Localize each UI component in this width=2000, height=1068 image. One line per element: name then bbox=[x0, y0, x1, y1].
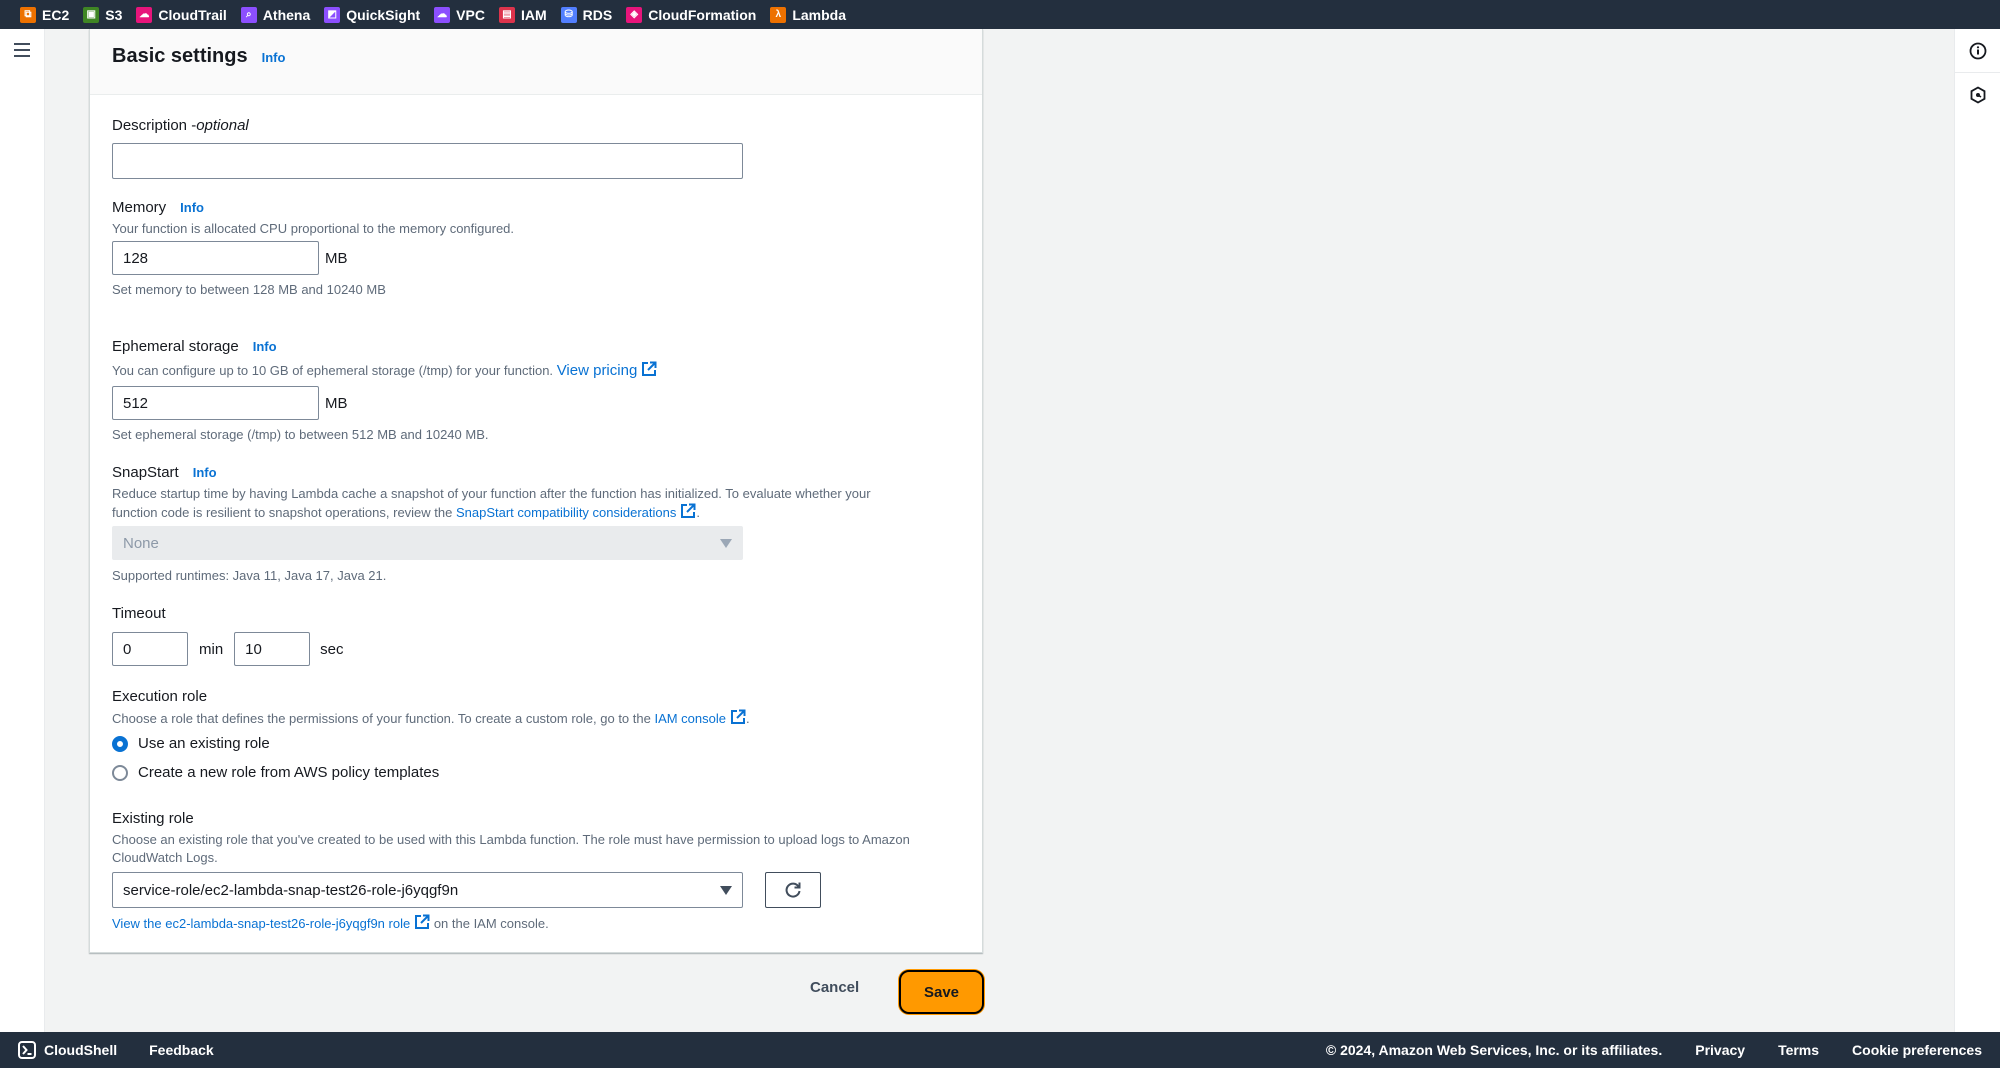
radio-checked-icon[interactable] bbox=[112, 735, 128, 752]
memory-unit: MB bbox=[325, 249, 348, 267]
view-pricing-link[interactable]: View pricing bbox=[557, 361, 658, 379]
execution-role-description: Choose a role that defines the permissio… bbox=[112, 709, 750, 726]
cloudshell-button[interactable]: CloudShell bbox=[18, 1041, 117, 1059]
left-navigation bbox=[0, 29, 45, 1032]
execution-role-field: Execution role Choose a role that define… bbox=[112, 688, 962, 728]
description-label: Description - optional bbox=[112, 117, 249, 134]
lambda-icon: λ bbox=[770, 6, 787, 23]
memory-info-link[interactable]: Info bbox=[180, 200, 204, 215]
assistant-button[interactable] bbox=[1955, 73, 2000, 117]
refresh-roles-button[interactable] bbox=[765, 872, 821, 908]
view-role-line: View the ec2-lambda-snap-test26-role-j6y… bbox=[112, 914, 549, 931]
s3-icon: ▣ bbox=[83, 6, 100, 23]
external-link-icon bbox=[731, 709, 746, 724]
ephemeral-unit: MB bbox=[325, 394, 348, 412]
terms-link[interactable]: Terms bbox=[1778, 1042, 1819, 1058]
iam-console-link[interactable]: IAM console bbox=[654, 709, 746, 726]
quicksight-icon: ◩ bbox=[324, 6, 341, 23]
existing-role-label: Existing role bbox=[112, 810, 194, 827]
snapstart-hint: Supported runtimes: Java 11, Java 17, Ja… bbox=[112, 568, 387, 583]
existing-role-description: Choose an existing role that you've crea… bbox=[112, 832, 910, 865]
snapstart-selected-value: None bbox=[123, 534, 159, 552]
ephemeral-storage-field: Ephemeral storage Info You can configure … bbox=[112, 338, 657, 380]
info-link[interactable]: Info bbox=[262, 50, 286, 65]
cloudshell-icon bbox=[18, 1041, 36, 1059]
timeout-min-unit: min bbox=[199, 640, 224, 658]
service-s3[interactable]: ▣ S3 bbox=[83, 6, 122, 23]
radio-create-new-role[interactable]: Create a new role from AWS policy templa… bbox=[112, 764, 439, 781]
footer: CloudShell Feedback © 2024, Amazon Web S… bbox=[0, 1032, 2000, 1068]
copyright-text: © 2024, Amazon Web Services, Inc. or its… bbox=[1325, 1042, 1663, 1058]
description-input[interactable] bbox=[112, 143, 743, 179]
radio-use-existing-role[interactable]: Use an existing role bbox=[112, 735, 270, 752]
existing-role-field: Existing role Choose an existing role th… bbox=[112, 810, 972, 867]
service-vpc[interactable]: ☁ VPC bbox=[434, 6, 485, 23]
rds-icon: ⛁ bbox=[560, 6, 577, 23]
memory-hint: Set memory to between 128 MB and 10240 M… bbox=[112, 282, 386, 297]
description-field: Description - optional bbox=[112, 117, 249, 134]
service-quicksight[interactable]: ◩ QuickSight bbox=[324, 6, 420, 23]
snapstart-info-link[interactable]: Info bbox=[193, 465, 217, 480]
timeout-sec-unit: sec bbox=[320, 640, 344, 658]
service-lambda[interactable]: λ Lambda bbox=[770, 6, 846, 23]
memory-input[interactable]: 128 bbox=[112, 241, 319, 275]
cloudformation-icon: ◈ bbox=[626, 6, 643, 23]
existing-role-select[interactable]: service-role/ec2-lambda-snap-test26-role… bbox=[112, 872, 743, 908]
snapstart-field: SnapStart Info Reduce startup time by hav… bbox=[112, 464, 962, 522]
ephemeral-storage-input[interactable]: 512 bbox=[112, 386, 319, 420]
memory-label: Memory bbox=[112, 199, 167, 216]
external-link-icon bbox=[642, 361, 657, 376]
cloudtrail-icon: ☁ bbox=[136, 6, 153, 23]
ephemeral-hint: Set ephemeral storage (/tmp) to between … bbox=[112, 427, 489, 442]
service-athena[interactable]: ⌕ Athena bbox=[240, 6, 310, 23]
view-role-link[interactable]: View the ec2-lambda-snap-test26-role-j6y… bbox=[112, 914, 430, 931]
page-title: Basic settings bbox=[112, 45, 248, 67]
hexagon-assistant-icon bbox=[1970, 86, 1986, 104]
service-rds[interactable]: ⛁ RDS bbox=[560, 6, 612, 23]
cookie-preferences-link[interactable]: Cookie preferences bbox=[1852, 1042, 1982, 1058]
timeout-label: Timeout bbox=[112, 605, 166, 622]
iam-icon: ▤ bbox=[498, 6, 515, 23]
panel-header: Basic settings Info bbox=[90, 29, 982, 95]
right-tools-panel bbox=[1954, 29, 2000, 1032]
basic-settings-panel: Basic settings Info Description - option… bbox=[89, 29, 983, 953]
ephemeral-storage-label: Ephemeral storage bbox=[112, 338, 239, 355]
menu-icon[interactable] bbox=[14, 43, 30, 57]
service-cloudformation[interactable]: ◈ CloudFormation bbox=[626, 6, 756, 23]
service-cloudtrail[interactable]: ☁ CloudTrail bbox=[136, 6, 227, 23]
memory-description: Your function is allocated CPU proportio… bbox=[112, 221, 515, 236]
ephemeral-info-link[interactable]: Info bbox=[253, 339, 277, 354]
services-bar: ⧉ EC2 ▣ S3 ☁ CloudTrail ⌕ Athena ◩ QuickSight… bbox=[0, 0, 2000, 29]
refresh-icon bbox=[785, 882, 801, 898]
feedback-link[interactable]: Feedback bbox=[149, 1042, 214, 1058]
snapstart-label: SnapStart bbox=[112, 464, 179, 481]
snapstart-select: None bbox=[112, 526, 743, 560]
privacy-link[interactable]: Privacy bbox=[1695, 1042, 1745, 1058]
info-panel-button[interactable] bbox=[1955, 29, 2000, 73]
timeout-seconds-input[interactable]: 10 bbox=[234, 632, 311, 666]
radio-unchecked-icon[interactable] bbox=[112, 764, 128, 781]
caret-down-icon bbox=[720, 538, 732, 548]
save-button[interactable]: Save bbox=[899, 970, 984, 1014]
execution-role-label: Execution role bbox=[112, 688, 208, 705]
existing-role-selected-value: service-role/ec2-lambda-snap-test26-role… bbox=[123, 881, 459, 899]
snapstart-description: Reduce startup time by having Lambda cac… bbox=[112, 486, 871, 520]
ec2-icon: ⧉ bbox=[20, 6, 36, 23]
memory-field: Memory Info Your function is allocated CP… bbox=[112, 199, 514, 238]
vpc-icon: ☁ bbox=[434, 6, 451, 23]
external-link-icon bbox=[681, 503, 696, 518]
ephemeral-description: You can configure up to 10 GB of ephemer… bbox=[112, 361, 657, 380]
cancel-button[interactable]: Cancel bbox=[810, 979, 859, 996]
service-iam[interactable]: ▤ IAM bbox=[498, 6, 547, 23]
info-icon bbox=[1969, 42, 1987, 59]
snapstart-compatibility-link[interactable]: SnapStart compatibility considerations bbox=[456, 503, 696, 520]
caret-down-icon bbox=[720, 885, 732, 895]
service-ec2[interactable]: ⧉ EC2 bbox=[20, 6, 69, 23]
athena-icon: ⌕ bbox=[240, 6, 257, 23]
external-link-icon bbox=[415, 914, 430, 929]
timeout-minutes-input[interactable]: 0 bbox=[112, 632, 188, 666]
